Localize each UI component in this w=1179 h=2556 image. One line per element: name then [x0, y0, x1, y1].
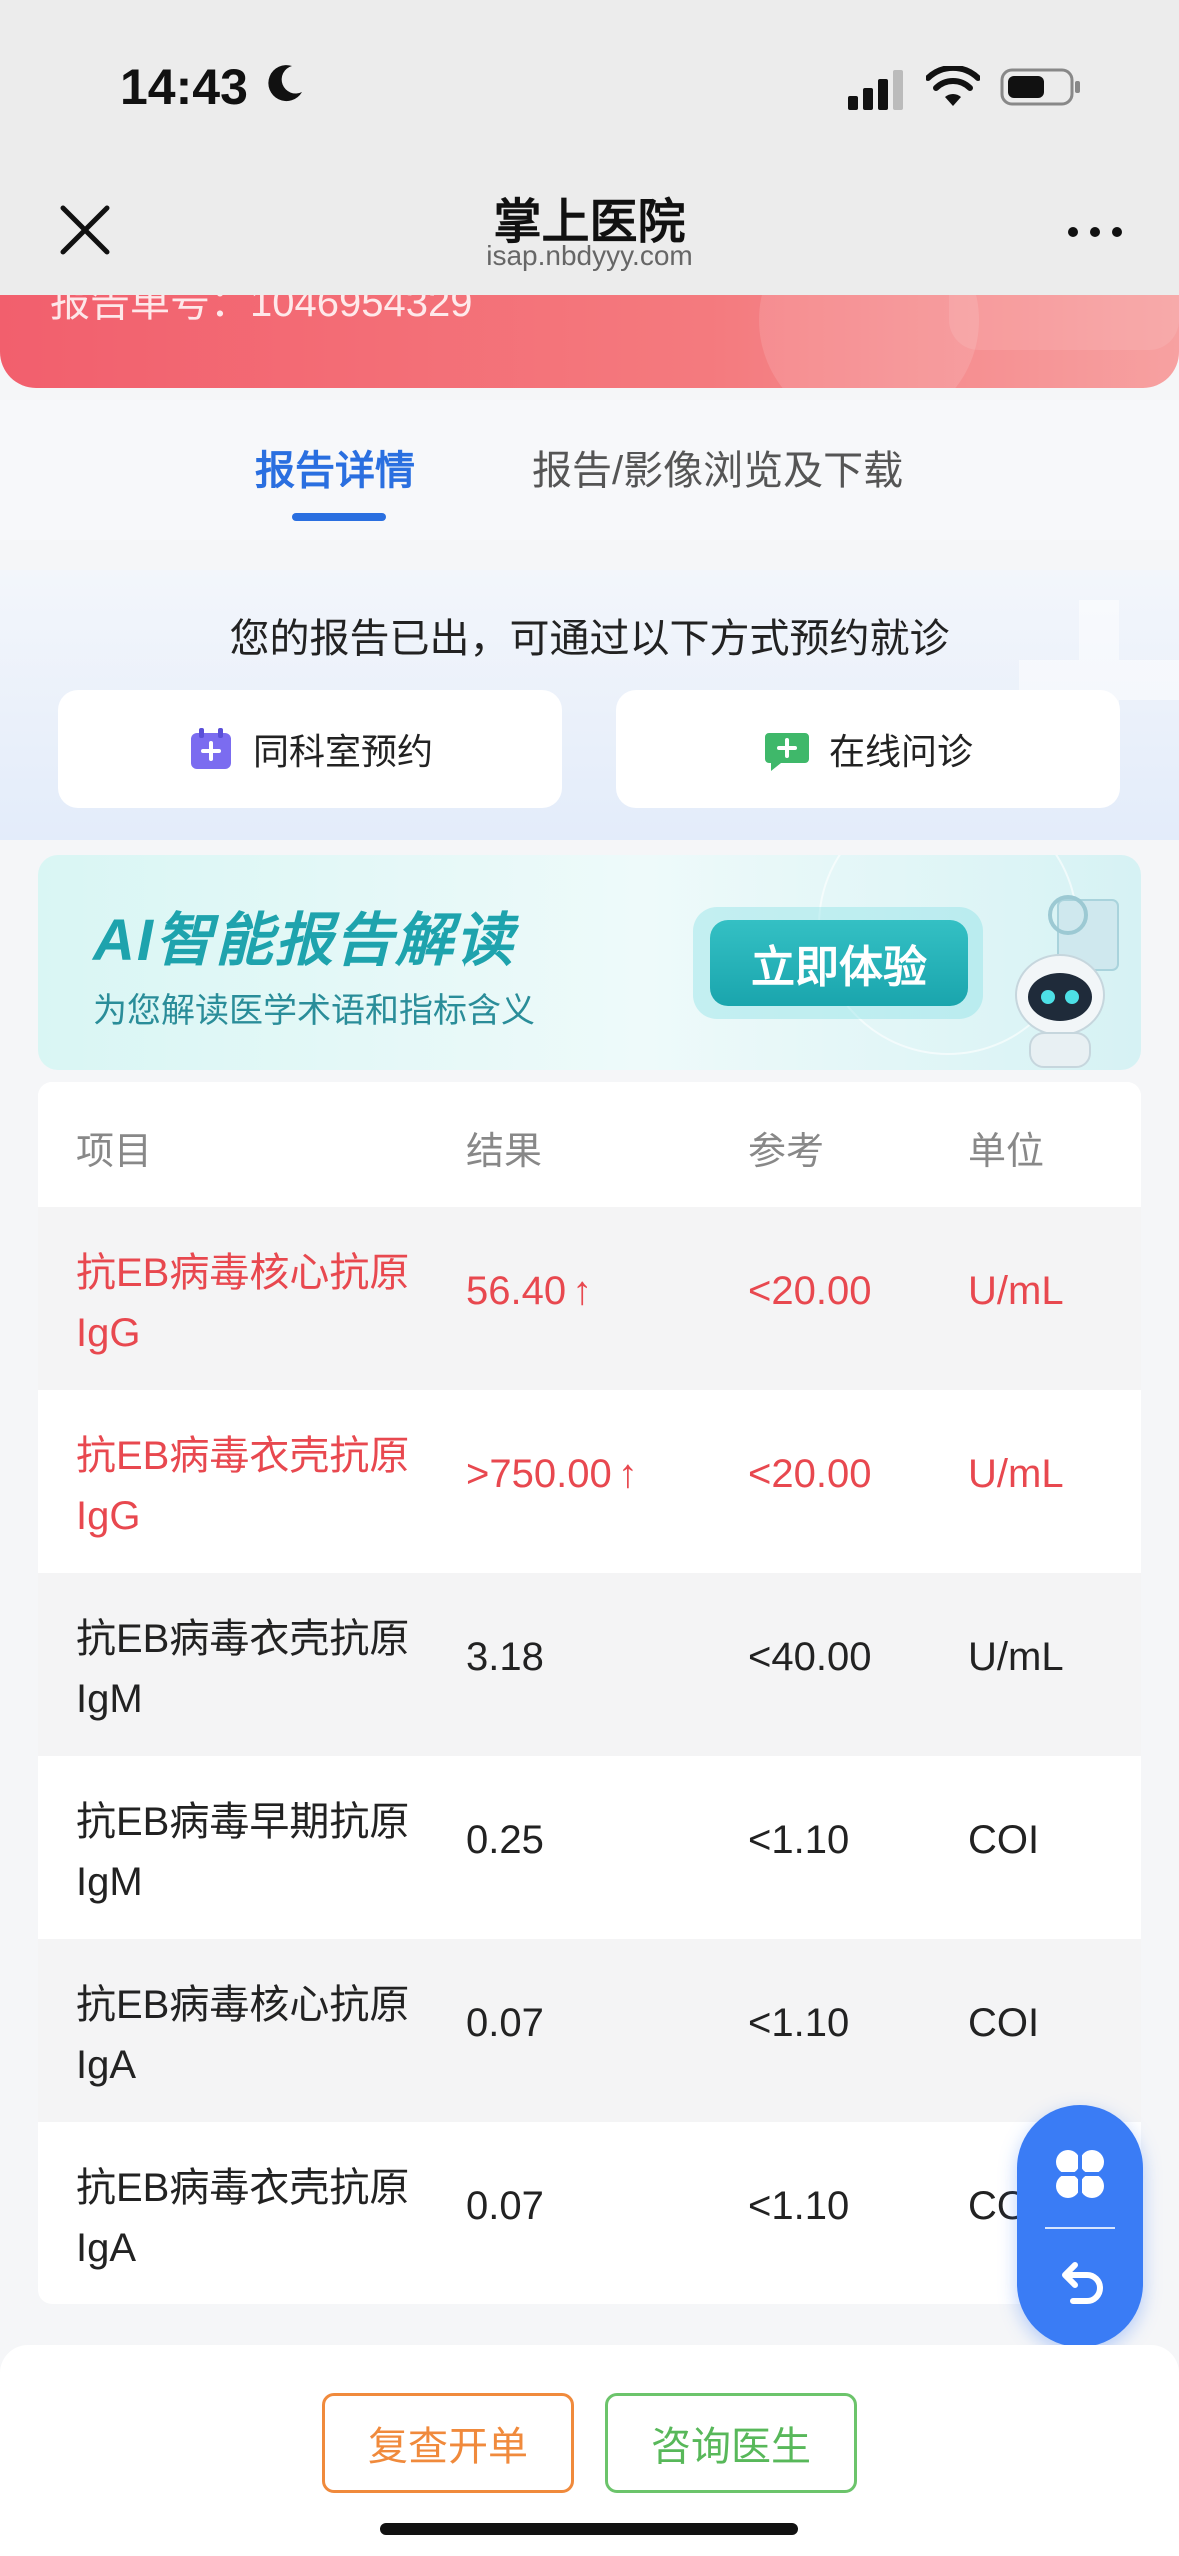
battery-icon — [1000, 68, 1080, 106]
table-row[interactable]: 抗EB病毒衣壳抗原IgG >750.00 ↑ <20.00 U/mL — [38, 1390, 1141, 1573]
tab-indicator — [292, 513, 386, 521]
fab-divider — [1045, 2227, 1115, 2229]
test-name: 抗EB病毒衣壳抗原IgG — [76, 1434, 410, 1538]
wifi-icon — [926, 66, 980, 106]
header-unit: 单位 — [968, 1131, 1045, 1173]
test-name: 抗EB病毒早期抗原IgM — [76, 1800, 410, 1904]
result-value: >750.00 — [466, 1452, 612, 1496]
test-unit: COI — [968, 1818, 1040, 1862]
table-row[interactable]: 抗EB病毒早期抗原IgM 0.25 <1.10 COI — [38, 1756, 1141, 1939]
try-now-button[interactable]: 立即体验 — [710, 920, 968, 1006]
test-result: >750.00 ↑ — [466, 1452, 638, 1497]
result-value: 3.18 — [466, 1635, 544, 1679]
calendar-plus-icon — [190, 728, 231, 769]
test-unit: U/mL — [968, 1452, 1064, 1496]
test-reference: <40.00 — [748, 1635, 872, 1679]
test-name: 抗EB病毒衣壳抗原IgM — [76, 1617, 410, 1721]
recheck-order-button[interactable]: 复查开单 — [322, 2393, 574, 2493]
status-bar: 14:43 — [0, 0, 1179, 170]
table-row[interactable]: 抗EB病毒衣壳抗原IgM 3.18 <40.00 U/mL — [38, 1573, 1141, 1756]
test-unit: U/mL — [968, 1635, 1064, 1679]
cellular-signal-icon — [848, 70, 903, 110]
test-name: 抗EB病毒核心抗原IgG — [76, 1251, 410, 1355]
header-reference: 参考 — [748, 1131, 825, 1173]
same-department-appointment-button[interactable]: 同科室预约 — [58, 690, 562, 808]
result-value: 0.07 — [466, 2001, 544, 2045]
chat-plus-icon — [764, 733, 809, 771]
test-reference: <20.00 — [748, 1269, 872, 1313]
tab-report-detail[interactable]: 报告详情 — [255, 438, 415, 496]
floating-menu — [1017, 2105, 1143, 2347]
table-row[interactable]: 抗EB病毒衣壳抗原IgA 0.07 <1.10 COI — [38, 2122, 1141, 2304]
table-row[interactable]: 抗EB病毒核心抗原IgG 56.40 ↑ <20.00 U/mL — [38, 1207, 1141, 1390]
home-indicator — [380, 2523, 798, 2535]
ai-report-banner[interactable]: AI智能报告解读 为您解读医学术语和指标含义 立即体验 — [38, 855, 1141, 1070]
more-icon[interactable] — [1065, 222, 1125, 242]
test-reference: <20.00 — [748, 1452, 872, 1496]
test-result: 0.07 — [466, 2001, 544, 2046]
test-reference: <1.10 — [748, 1818, 850, 1862]
robot-icon — [1015, 895, 1119, 1068]
nav-bar: 掌上医院 isap.nbdyyy.com — [0, 170, 1179, 295]
results-table: 项目 结果 参考 单位 抗EB病毒核心抗原IgG 56.40 ↑ <20.00 U/mL… — [38, 1082, 1141, 2304]
consult-doctor-button[interactable]: 咨询医生 — [605, 2393, 857, 2493]
grid-menu-icon[interactable] — [1051, 2145, 1109, 2203]
test-reference: <1.10 — [748, 2184, 850, 2228]
online-consultation-button[interactable]: 在线问诊 — [616, 690, 1120, 808]
result-value: 0.07 — [466, 2184, 544, 2228]
result-value: 0.25 — [466, 1818, 544, 1862]
moon-icon — [268, 65, 302, 102]
page-url: isap.nbdyyy.com — [486, 240, 693, 271]
header-item: 项目 — [76, 1131, 153, 1173]
up-arrow-icon: ↑ — [572, 1269, 593, 1313]
ai-banner-subtitle: 为您解读医学术语和指标含义 — [93, 992, 535, 1030]
test-result: 56.40 ↑ — [466, 1269, 592, 1314]
test-reference: <1.10 — [748, 2001, 850, 2045]
up-arrow-icon: ↑ — [617, 1452, 638, 1496]
test-unit: COI — [968, 2001, 1040, 2045]
same-department-appointment-label: 同科室预约 — [252, 731, 433, 772]
header-result: 结果 — [466, 1131, 543, 1173]
appointment-banner: 您的报告已出，可通过以下方式预约就诊 同科室预约 在线问诊 — [0, 570, 1179, 840]
tab-report-download[interactable]: 报告/影像浏览及下载 — [532, 438, 903, 496]
test-name: 抗EB病毒核心抗原IgA — [76, 1983, 410, 2087]
back-return-icon[interactable] — [1053, 2257, 1107, 2311]
test-result: 0.25 — [466, 1818, 544, 1863]
test-unit: U/mL — [968, 1269, 1064, 1313]
bottom-action-bar: 复查开单 咨询医生 — [0, 2345, 1179, 2556]
tab-bar: 报告详情 报告/影像浏览及下载 — [0, 400, 1179, 540]
test-name: 抗EB病毒衣壳抗原IgA — [76, 2166, 410, 2270]
status-time: 14:43 — [120, 59, 248, 115]
test-result: 3.18 — [466, 1635, 544, 1680]
table-row[interactable]: 抗EB病毒核心抗原IgA 0.07 <1.10 COI — [38, 1939, 1141, 2122]
online-consultation-label: 在线问诊 — [828, 731, 973, 772]
result-value: 56.40 — [466, 1269, 567, 1313]
ai-banner-title: AI智能报告解读 — [93, 908, 516, 973]
test-result: 0.07 — [466, 2184, 544, 2229]
appointment-title: 您的报告已出，可通过以下方式预约就诊 — [229, 617, 950, 661]
table-header: 项目 结果 参考 单位 — [38, 1082, 1141, 1207]
